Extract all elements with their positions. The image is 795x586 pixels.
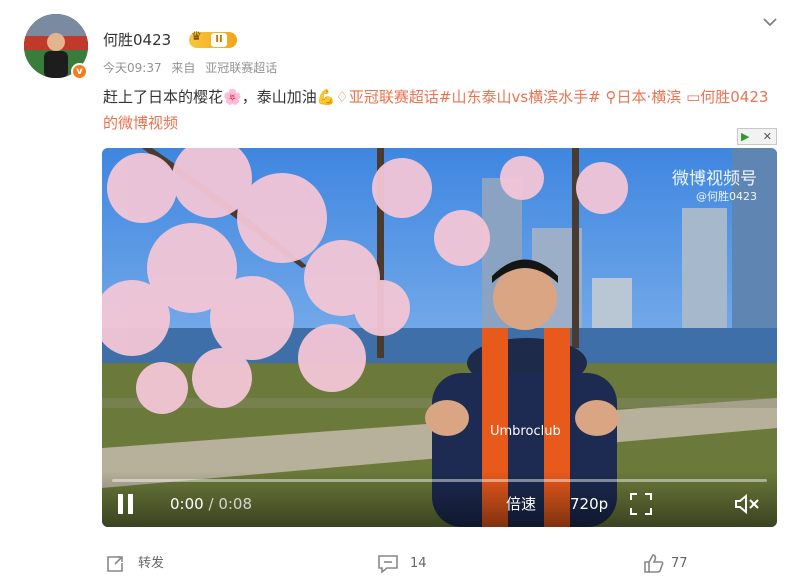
speed-button[interactable]: 倍速: [506, 494, 536, 514]
current-time: 0:00: [170, 495, 204, 513]
source-link[interactable]: 亚冠联赛超话: [205, 61, 277, 75]
watermark-title: 微博视频号: [672, 169, 757, 189]
source-prefix: 来自: [171, 61, 196, 75]
repost-label: 转发: [138, 556, 165, 571]
post-content: 赶上了日本的樱花🌸，泰山加油💪♢亚冠联赛超话#山东泰山vs横滨水手# ⚲日本·横…: [103, 84, 783, 136]
ad-close-button[interactable]: ▶ ✕: [737, 128, 777, 145]
time-separator: /: [208, 495, 214, 513]
location-label: 日本·横滨: [616, 88, 682, 106]
comment-icon: [378, 555, 398, 574]
watermark-sub: @何胜0423: [696, 190, 757, 203]
quality-button[interactable]: 720p: [570, 494, 608, 514]
comment-count: 14: [410, 556, 427, 571]
like-count: 77: [671, 556, 688, 571]
chevron-down-icon[interactable]: [760, 12, 780, 32]
close-icon: ✕: [762, 130, 772, 143]
location-link[interactable]: ⚲日本·横滨: [606, 88, 682, 106]
post-time[interactable]: 今天09:37: [103, 61, 162, 75]
username[interactable]: 何胜0423: [103, 30, 171, 50]
post-text-2: ，泰山加油: [241, 88, 317, 106]
diamond-topic-icon: ♢: [335, 88, 349, 106]
mute-icon[interactable]: [734, 493, 760, 519]
location-pin-icon: ⚲: [605, 88, 617, 106]
share-icon: [107, 556, 123, 572]
blossom-emoji: 🌸: [223, 88, 242, 106]
thumbs-up-icon: [644, 554, 664, 573]
muscle-emoji: 💪: [316, 88, 336, 106]
post-text-1: 赶上了日本的樱花: [103, 88, 224, 106]
verified-badge: v: [71, 63, 88, 80]
video-controls: 0:00 / 0:08 倍速 720p: [102, 471, 777, 527]
fullscreen-icon[interactable]: [630, 493, 652, 519]
pause-icon[interactable]: [116, 493, 136, 519]
post-meta: 今天09:37 来自 亚冠联赛超话: [103, 60, 283, 76]
rank-level: II: [211, 33, 227, 47]
video-watermark: 微博视频号 @何胜0423: [672, 168, 757, 204]
topic-link[interactable]: ♢亚冠联赛超话: [335, 88, 438, 106]
topic-label: 亚冠联赛超话: [348, 88, 439, 106]
video-icon: ▭: [686, 88, 701, 106]
progress-bar[interactable]: [112, 479, 767, 482]
crown-icon: ♛: [191, 29, 202, 43]
scarf-text: Umbroclub: [490, 424, 561, 439]
video-player[interactable]: Umbroclub 微博视频号 @何胜0423 0:00 / 0:08 倍速 7…: [102, 148, 777, 527]
rank-badge: ♛ II: [189, 29, 237, 48]
duration: 0:08: [218, 495, 252, 513]
time-display: 0:00 / 0:08: [170, 494, 252, 514]
hashtag-link[interactable]: #山东泰山vs横滨水手#: [439, 88, 601, 106]
ad-play-icon: ▶: [741, 130, 750, 143]
